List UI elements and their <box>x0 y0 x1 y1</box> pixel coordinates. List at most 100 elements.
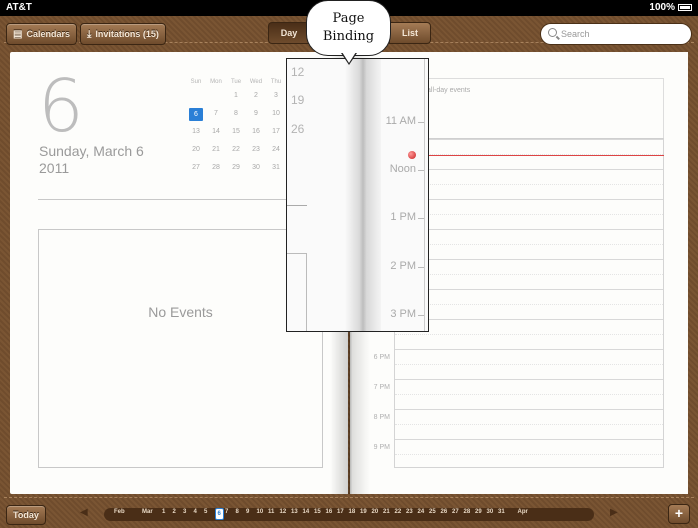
mini-calendar-header: Mon <box>210 79 222 85</box>
date-strip-day[interactable]: 30 <box>487 509 494 515</box>
mini-calendar-day[interactable]: 10 <box>266 108 286 126</box>
divider <box>38 199 323 200</box>
date-strip-day[interactable]: 25 <box>429 509 436 515</box>
mini-calendar-day: 19 <box>291 93 305 107</box>
tab-day[interactable]: Day <box>268 22 310 44</box>
mini-calendar-day[interactable]: 27 <box>186 162 206 180</box>
date-strip-day[interactable]: 15 <box>314 509 321 515</box>
previous-arrow-icon[interactable]: ◀ <box>80 507 88 518</box>
mini-calendar-header: Wed <box>249 79 263 85</box>
mini-calendar-day[interactable]: 30 <box>246 162 266 180</box>
mini-calendar-header: Sun <box>190 79 202 85</box>
date-strip-day[interactable]: 29 <box>475 509 482 515</box>
current-time-line <box>410 155 664 156</box>
mini-calendar-day[interactable]: 1 <box>226 90 246 108</box>
timeline-row-line <box>395 199 663 200</box>
date-strip-day[interactable]: 5 <box>204 509 207 515</box>
date-strip-day[interactable]: 22 <box>395 509 402 515</box>
mini-calendar-day[interactable]: 31 <box>266 162 286 180</box>
search-input[interactable]: Search <box>540 23 692 45</box>
events-list: No Events <box>38 229 323 468</box>
date-strip-day[interactable]: 2 <box>173 509 176 515</box>
add-event-button[interactable]: + <box>668 504 690 524</box>
timeline-row-line <box>395 214 663 215</box>
date-strip-day[interactable]: 7 <box>225 509 228 515</box>
mini-calendar-day[interactable] <box>206 90 226 108</box>
date-strip-day[interactable]: 4 <box>194 509 197 515</box>
weekday-date: Sunday, March 6 <box>39 143 144 159</box>
mini-calendar-day[interactable]: 29 <box>226 162 246 180</box>
date-strip-day[interactable]: 21 <box>383 509 390 515</box>
mini-calendar-day[interactable]: 20 <box>186 144 206 162</box>
invitations-button[interactable]: ⤓ Invitations (15) <box>80 23 166 45</box>
mini-calendar-day[interactable]: 17 <box>266 126 286 144</box>
mini-calendar-day[interactable]: 7 <box>206 108 226 126</box>
date-strip-day[interactable]: 23 <box>406 509 413 515</box>
mini-calendar-day[interactable]: 21 <box>206 144 226 162</box>
date-strip-day[interactable]: 14 <box>303 509 310 515</box>
date-strip-day[interactable]: 10 <box>257 509 264 515</box>
hour-label: 1 PM <box>390 211 416 223</box>
mini-calendar-day[interactable]: 8 <box>226 108 246 126</box>
mini-calendar-day[interactable]: 14 <box>206 126 226 144</box>
date-strip-day[interactable]: 1 <box>162 509 165 515</box>
today-button[interactable]: Today <box>6 505 46 525</box>
no-events-label: No Events <box>148 304 213 320</box>
date-strip-day[interactable]: 8 <box>236 509 239 515</box>
timeline-row-line <box>395 139 663 140</box>
timeline-row-line <box>395 394 663 395</box>
date-strip-month[interactable]: Apr <box>518 509 528 515</box>
date-strip-day[interactable]: 9 <box>246 509 249 515</box>
mini-calendar-day: 12 <box>291 65 305 79</box>
mini-calendar-day[interactable]: 13 <box>186 126 206 144</box>
timeline-row-line <box>395 289 663 290</box>
mini-calendar-day[interactable]: 3 <box>266 90 286 108</box>
date-strip-day[interactable]: 31 <box>498 509 505 515</box>
tab-list[interactable]: List <box>389 22 431 44</box>
mini-calendar-day[interactable]: 2 <box>246 90 266 108</box>
invitations-label: Invitations (15) <box>95 29 159 39</box>
mini-calendar-day[interactable]: 22 <box>226 144 246 162</box>
mini-calendar-day[interactable]: 9 <box>246 108 266 126</box>
all-day-events-area[interactable]: all-day events <box>394 78 664 138</box>
date-strip-day[interactable]: 24 <box>418 509 425 515</box>
date-strip-day[interactable]: 18 <box>349 509 356 515</box>
date-strip-day[interactable]: 26 <box>441 509 448 515</box>
date-strip-day[interactable]: 17 <box>337 509 344 515</box>
calendars-button[interactable]: ▤ Calendars <box>6 23 77 45</box>
date-strip-month[interactable]: Mar <box>142 509 153 515</box>
date-strip-day[interactable]: 13 <box>291 509 298 515</box>
mini-calendar-day[interactable]: 23 <box>246 144 266 162</box>
mini-calendar-day[interactable]: 28 <box>206 162 226 180</box>
hour-label: 9 PM <box>373 444 390 451</box>
callout-line: Page <box>332 11 365 26</box>
grid-edge <box>424 59 425 331</box>
date-strip-day[interactable]: 3 <box>183 509 186 515</box>
day-timeline-grid[interactable] <box>394 138 664 468</box>
date-strip-day-selected[interactable]: 6 <box>214 508 224 520</box>
date-strip-day[interactable]: 27 <box>452 509 459 515</box>
date-strip-month[interactable]: Feb <box>114 509 125 515</box>
mini-calendar-day[interactable]: 24 <box>266 144 286 162</box>
year: 2011 <box>39 160 70 176</box>
mini-calendar-day[interactable] <box>186 90 206 108</box>
next-arrow-icon[interactable]: ▶ <box>610 507 618 518</box>
page-fold <box>345 59 381 331</box>
date-strip[interactable]: Feb Mar 1 2 3 4 5 6 7 8 9 10 11 12 13 14 15 16 17 18 19 20 21 2… <box>104 508 594 521</box>
date-strip-day[interactable]: 11 <box>268 509 274 515</box>
calendars-label: Calendars <box>26 29 70 39</box>
mini-calendar-day[interactable]: 15 <box>226 126 246 144</box>
timeline-row-line <box>395 424 663 425</box>
date-strip-day[interactable]: 12 <box>280 509 287 515</box>
mini-calendar-day-selected[interactable]: 6 <box>186 108 206 126</box>
date-strip-day[interactable]: 28 <box>464 509 471 515</box>
mini-calendar-day: 26 <box>291 122 305 136</box>
callout-pointer <box>341 52 357 65</box>
hour-tick <box>418 170 424 171</box>
mini-calendar-day[interactable]: 16 <box>246 126 266 144</box>
timeline-row-line <box>395 439 663 440</box>
date-strip-day[interactable]: 20 <box>372 509 379 515</box>
current-time-indicator <box>408 151 416 159</box>
date-strip-day[interactable]: 19 <box>360 509 367 515</box>
date-strip-day[interactable]: 16 <box>326 509 333 515</box>
